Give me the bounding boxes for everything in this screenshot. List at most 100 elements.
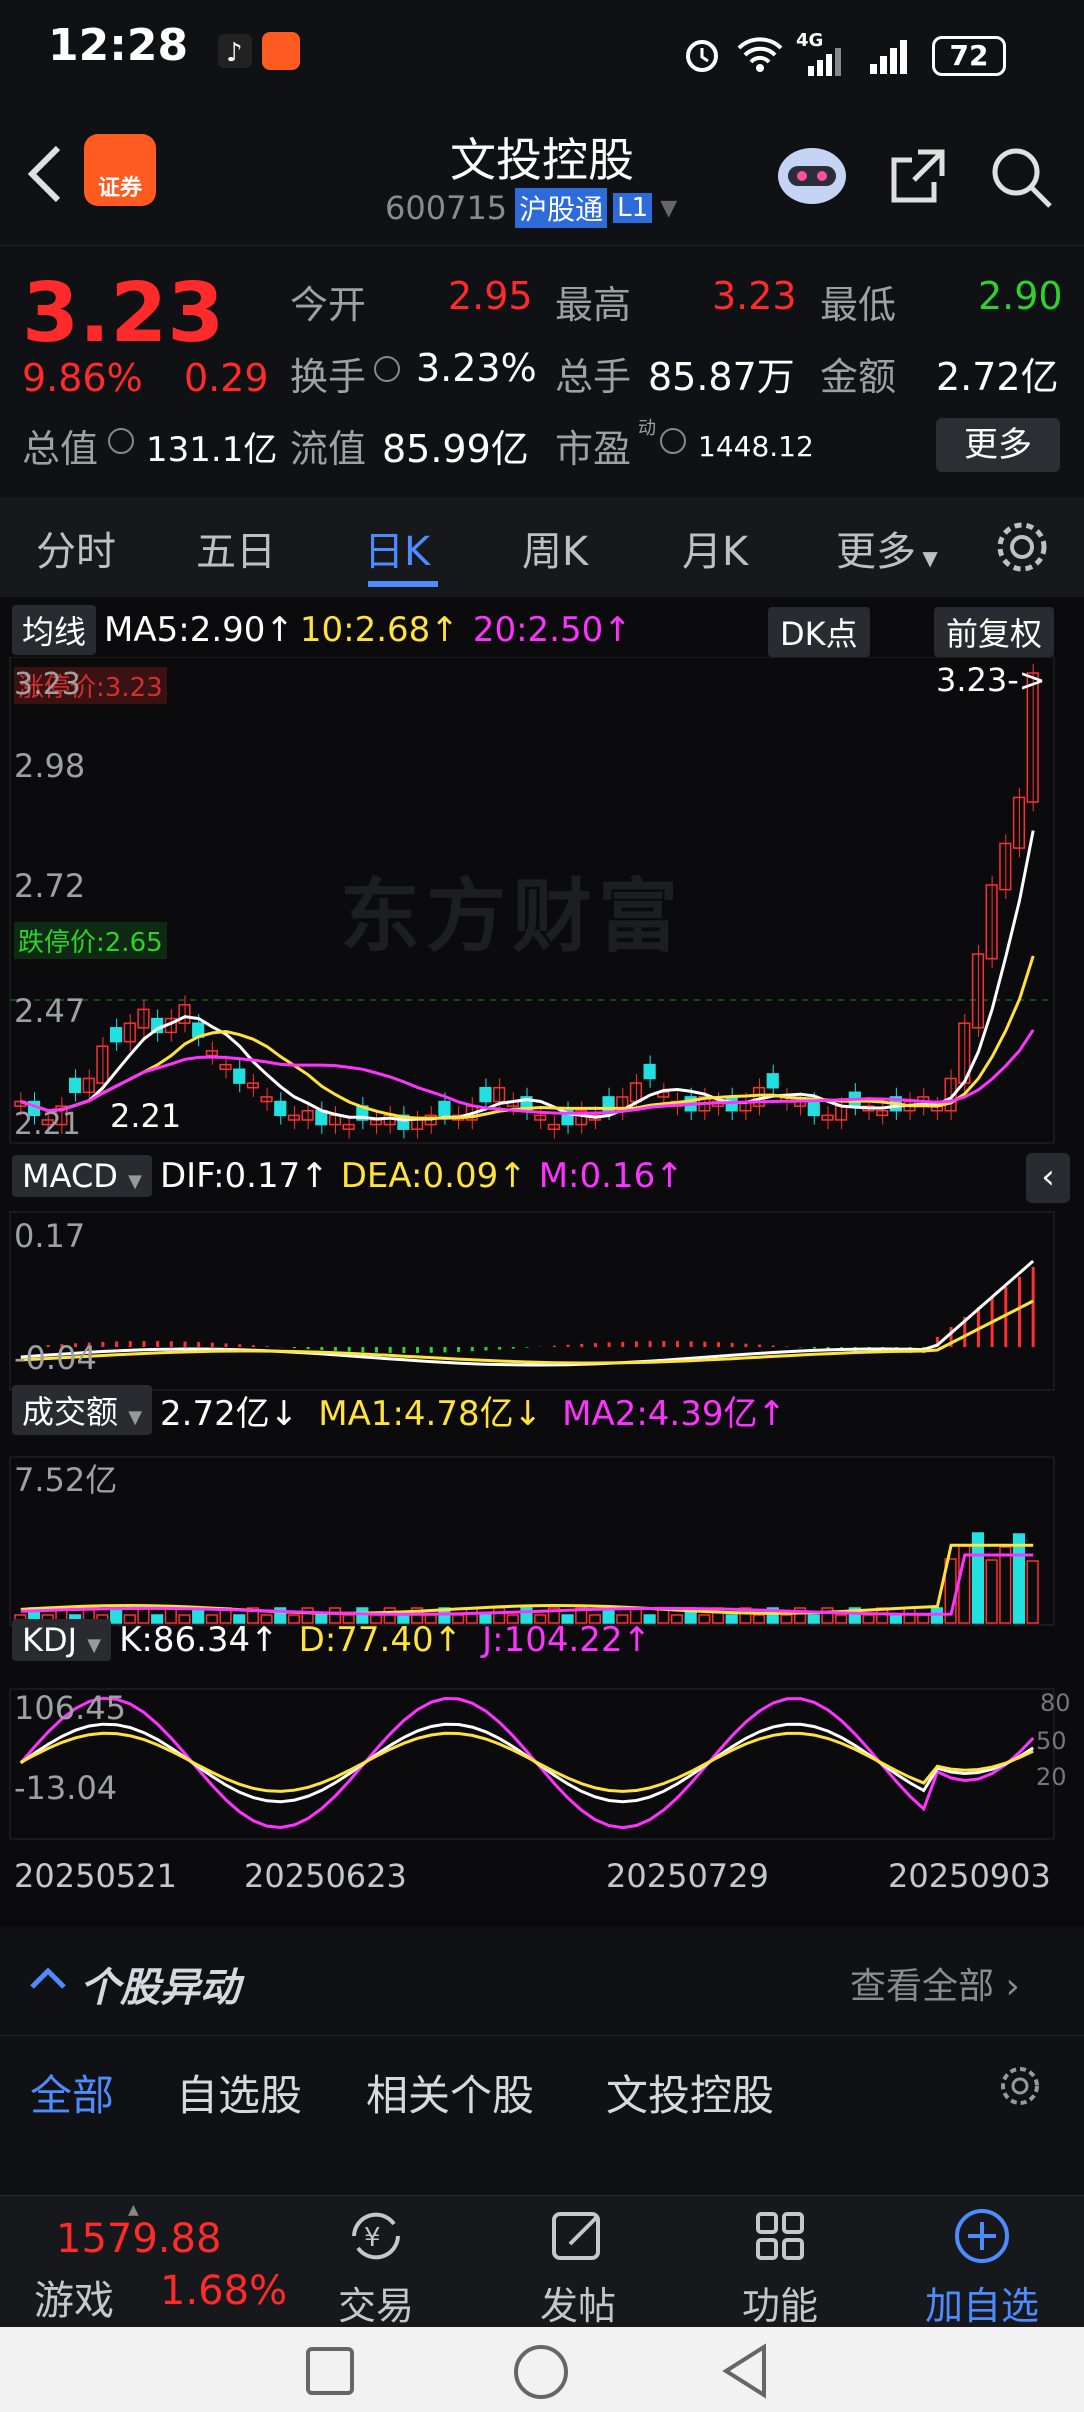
gear-icon[interactable] [998, 2064, 1042, 2112]
nav-trade-label: 交易 [337, 2284, 414, 2328]
svg-text:♪: ♪ [226, 38, 243, 68]
tab-five-day[interactable]: 五日 [196, 519, 276, 577]
yen-exchange-icon: ¥ [306, 2206, 446, 2275]
tab-weekly-k[interactable]: 周K [522, 519, 588, 577]
kline-chart-area[interactable]: 均线 MA5:2.90↑ 10:2.68↑ 20:2.50↑ DK点 前复权 涨… [0, 597, 1084, 1927]
recent-apps-button[interactable] [306, 2347, 354, 2395]
volume-bar [821, 1607, 834, 1624]
turnover-label: 换手 [290, 355, 367, 399]
high-value: 3.23 [712, 274, 797, 318]
more-button[interactable]: 更多 [936, 418, 1060, 472]
kdj-selector-label: KDJ [22, 1621, 78, 1659]
change-percent: 9.86% [22, 356, 143, 400]
date-label-1: 20250521 [14, 1857, 177, 1895]
wifi-icon [735, 34, 785, 78]
nav-post-label: 发帖 [539, 2284, 616, 2328]
volume-value: 2.72亿↓ [160, 1393, 299, 1434]
watermark: 东方财富 [340, 870, 684, 963]
stock-header: 证券 文投控股 600715 沪股通 L1 ▼ [0, 110, 1084, 245]
period-tabs: 分时 五日 日K 周K 月K 更多 ▼ [0, 497, 1084, 597]
alarm-icon [682, 34, 722, 78]
index-percent: 1.68% [160, 2268, 288, 2314]
battery-indicator: 72 [932, 36, 1006, 76]
kdj-level-80: 80 [1040, 1689, 1071, 1717]
share-icon[interactable] [888, 146, 948, 210]
tab-more[interactable]: 更多 ▼ [836, 519, 938, 577]
volume-ma2: MA2:4.39亿↑ [562, 1393, 786, 1434]
volume-ma1: MA1:4.78亿↓ [318, 1393, 543, 1434]
volume-bar [725, 1614, 738, 1624]
open-value: 2.95 [448, 274, 533, 318]
tab-more-label: 更多 [836, 529, 916, 575]
tab-monthly-k[interactable]: 月K [682, 519, 748, 577]
candle-body [110, 1027, 123, 1043]
clock: 12:28 [48, 20, 189, 71]
volume-bar [889, 1614, 902, 1624]
filter-all[interactable]: 全部 [30, 2062, 114, 2123]
volume-bar [1026, 1560, 1039, 1624]
mcap-label: 总值 [22, 427, 99, 471]
open-label: 今开 [290, 283, 367, 327]
stock-code: 600715 [385, 189, 508, 227]
nav-post[interactable]: 发帖 [508, 2206, 648, 2330]
tab-daily-k[interactable]: 日K [364, 519, 430, 577]
turnover-value: 3.23% [416, 346, 537, 390]
adjust-mode-button[interactable]: 前复权 [934, 607, 1055, 657]
pe-label: 市盈 [555, 427, 632, 471]
back-nav-button[interactable] [720, 2343, 770, 2403]
tiktok-icon: ♪ [218, 34, 252, 68]
info-icon[interactable] [660, 428, 686, 454]
gear-icon[interactable] [994, 519, 1050, 579]
amount-value: 2.72亿 [936, 355, 1059, 399]
limit-down-label: 跌停价:2.65 [14, 922, 167, 959]
index-value: 1579.88 [56, 2216, 222, 2262]
ma5-value: MA5:2.90↑ [104, 610, 294, 650]
dk-point-button[interactable]: DK点 [768, 607, 870, 657]
filter-watchlist[interactable]: 自选股 [176, 2062, 302, 2123]
chevron-up-icon[interactable] [28, 1963, 68, 1997]
nav-trade[interactable]: ¥ 交易 [306, 2206, 446, 2330]
chart-canvas [9, 657, 1055, 1840]
date-label-2: 20250623 [244, 1857, 407, 1895]
kdj-y-bottom: -13.04 [14, 1769, 118, 1807]
active-tab-indicator [368, 581, 438, 587]
volume-label: 总手 [555, 355, 632, 399]
macd-selector-label: MACD [22, 1157, 118, 1195]
chevron-down-icon[interactable]: ▼ [660, 196, 677, 221]
macd-m: M:0.16↑ [538, 1156, 684, 1196]
view-all-link[interactable]: 查看全部 › [850, 1957, 1020, 2009]
search-icon[interactable] [990, 146, 1054, 214]
index-name: 游戏 [34, 2278, 114, 2324]
pe-value: 1448.12 [698, 430, 814, 463]
nav-add-watchlist[interactable]: 加自选 [912, 2206, 1052, 2330]
float-value: 85.99亿 [382, 427, 529, 471]
volume-bar [835, 1614, 848, 1624]
stock-movement-section: 个股异动 查看全部 › [0, 1935, 1084, 2035]
macd-y-bottom: -0.04 [14, 1339, 97, 1377]
view-all-label: 查看全部 [850, 1966, 995, 2007]
info-icon[interactable] [374, 356, 400, 382]
info-icon[interactable] [108, 428, 134, 454]
candle-body [629, 1082, 643, 1103]
volume-legend: 成交额 ▼ 2.72亿↓ MA1:4.78亿↓ MA2:4.39亿↑ [12, 1385, 786, 1435]
index-ticker[interactable]: ▲ 1579.88 游戏 1.68% [0, 2196, 300, 2328]
nav-functions[interactable]: 功能 [710, 2206, 850, 2330]
volume-panel-border [9, 1456, 1055, 1626]
ma-selector[interactable]: 均线 [12, 605, 97, 655]
filter-related[interactable]: 相关个股 [366, 2062, 534, 2123]
macd-dif: DIF:0.17↑ [159, 1156, 329, 1196]
robot-assistant-icon[interactable] [776, 140, 848, 206]
macd-selector[interactable]: MACD ▼ [12, 1155, 152, 1197]
filter-this-stock[interactable]: 文投控股 [606, 2062, 774, 2123]
collapse-panel-button[interactable]: ‹ [1026, 1153, 1070, 1203]
candle-body [438, 1100, 451, 1117]
tab-intraday[interactable]: 分时 [36, 519, 116, 577]
home-button[interactable] [514, 2345, 568, 2399]
volume-selector[interactable]: 成交额 ▼ [12, 1385, 153, 1435]
min-price-label: 2.21 [110, 1097, 182, 1135]
candle-body [274, 1100, 287, 1117]
vol-ma1-line [20, 1543, 1034, 1615]
volume-selector-label: 成交额 [22, 1393, 119, 1431]
pe-type: 动 [638, 418, 656, 439]
kdj-selector[interactable]: KDJ ▼ [12, 1619, 112, 1661]
